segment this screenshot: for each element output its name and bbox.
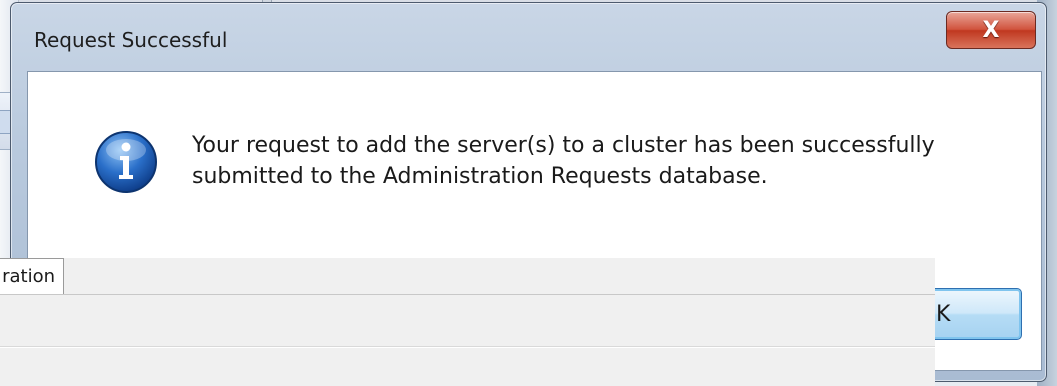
background-window-lower (0, 258, 935, 386)
dialog-title: Request Successful (34, 28, 228, 52)
tab-divider (0, 294, 935, 295)
dialog-message: Your request to add the server(s) to a c… (192, 130, 1012, 192)
message-line-1: Your request to add the server(s) to a c… (192, 133, 935, 158)
message-line-2: submitted to the Administration Requests… (192, 164, 768, 189)
close-icon: X (982, 17, 1000, 43)
panel-divider (0, 346, 935, 348)
ok-button-label: K (936, 302, 951, 327)
info-icon (94, 130, 158, 194)
close-button[interactable]: X (946, 11, 1036, 49)
tab-configuration[interactable]: ration (0, 258, 64, 294)
